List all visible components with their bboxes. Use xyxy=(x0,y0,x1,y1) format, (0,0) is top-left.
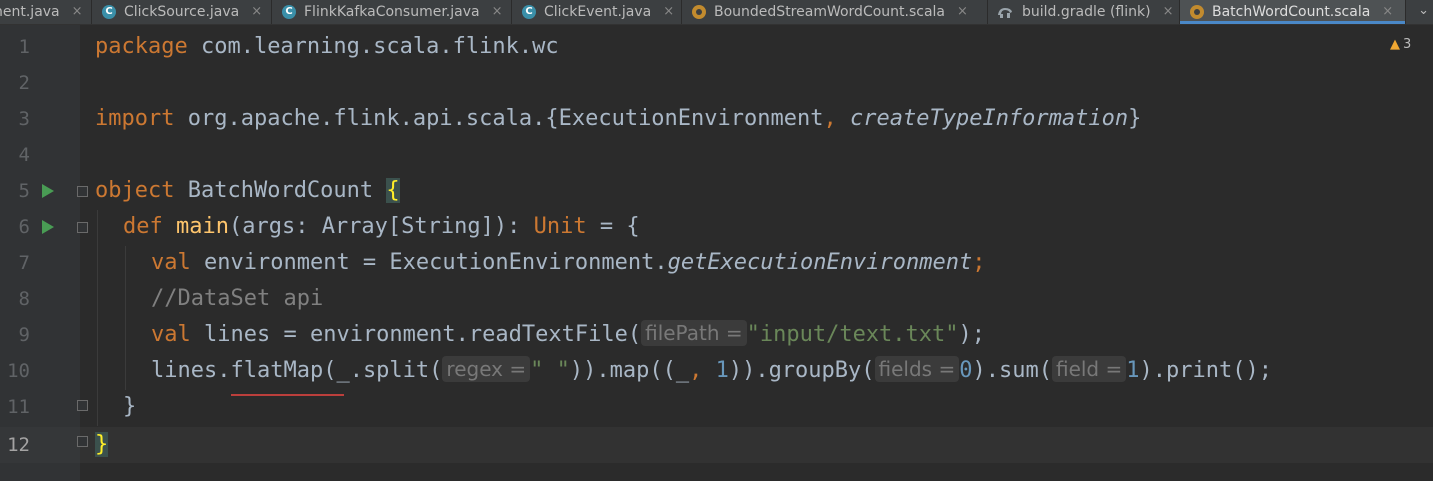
scala-object-icon xyxy=(692,5,706,19)
code-line-3: import org.apache.flink.api.scala.{Execu… xyxy=(95,106,1142,131)
close-icon[interactable]: × xyxy=(957,1,968,23)
code-line-10: lines.flatMap(_.split(regex = " ")).map((… xyxy=(151,356,1272,383)
code-line-8: //DataSet api xyxy=(151,286,324,311)
line-number: 2 xyxy=(18,72,30,94)
gradle-icon xyxy=(998,8,1012,18)
tab-batchwordcount-scala[interactable]: BatchWordCount.scala × xyxy=(1180,0,1406,24)
tab-event-java[interactable]: nent.java × xyxy=(0,0,92,24)
tab-flinkkafkaconsumer-java[interactable]: FlinkKafkaConsumer.java × xyxy=(272,0,512,24)
warning-icon: ▲ xyxy=(1390,37,1400,52)
tab-label: FlinkKafkaConsumer.java xyxy=(304,4,480,20)
close-icon[interactable]: × xyxy=(663,1,674,23)
scala-object-icon xyxy=(1190,5,1204,19)
line-number: 10 xyxy=(7,360,30,382)
tab-label: BatchWordCount.scala xyxy=(1212,4,1371,20)
inspection-warnings[interactable]: ▲ 3 xyxy=(1390,37,1411,52)
tab-boundedstreamwordcount-scala[interactable]: BoundedStreamWordCount.scala × xyxy=(682,0,988,24)
tab-overflow-chevron-icon[interactable]: ⌄ xyxy=(1418,0,1429,24)
close-icon[interactable]: × xyxy=(251,1,262,23)
fold-icon[interactable] xyxy=(77,436,88,447)
run-icon[interactable] xyxy=(42,220,54,234)
java-class-icon xyxy=(522,5,536,19)
line-number: 4 xyxy=(18,144,30,166)
warning-count: 3 xyxy=(1403,37,1412,52)
close-icon[interactable]: × xyxy=(1163,1,1174,23)
tab-clicksource-java[interactable]: ClickSource.java × xyxy=(92,0,272,24)
parameter-hint: filePath = xyxy=(641,320,747,346)
close-icon[interactable]: × xyxy=(492,1,503,23)
code-line-1: package com.learning.scala.flink.wc xyxy=(95,34,559,59)
line-number: 7 xyxy=(18,252,30,274)
indent-guide xyxy=(97,210,98,426)
error-underline xyxy=(231,394,344,396)
line-number: 5 xyxy=(18,180,30,202)
java-class-icon xyxy=(282,5,296,19)
line-number: 12 xyxy=(7,434,30,456)
parameter-hint: regex = xyxy=(442,356,531,382)
tab-label: BoundedStreamWordCount.scala xyxy=(714,4,946,20)
code-line-6: def main(args: Array[String]): Unit = { xyxy=(123,214,640,239)
code-line-7: val environment = ExecutionEnvironment.g… xyxy=(151,250,986,275)
close-icon[interactable]: × xyxy=(1382,1,1393,23)
line-number: 8 xyxy=(18,288,30,310)
tab-label: ClickSource.java xyxy=(124,4,240,20)
code-line-12: } xyxy=(95,432,109,457)
code-line-11: } xyxy=(123,394,137,419)
line-number: 1 xyxy=(18,36,30,58)
current-line-highlight xyxy=(0,427,1433,463)
tab-label: build.gradle (flink) xyxy=(1022,4,1151,20)
tab-label: ClickEvent.java xyxy=(544,4,652,20)
fold-icon[interactable] xyxy=(77,222,88,233)
line-number: 9 xyxy=(18,324,30,346)
code-line-5: object BatchWordCount { xyxy=(95,178,400,203)
close-icon[interactable]: × xyxy=(72,1,83,23)
parameter-hint: field = xyxy=(1051,356,1127,382)
java-class-icon xyxy=(102,5,116,19)
tab-build-gradle[interactable]: build.gradle (flink) × xyxy=(988,0,1180,24)
tab-clickevent-java[interactable]: ClickEvent.java × xyxy=(512,0,682,24)
parameter-hint: fields = xyxy=(874,356,960,382)
line-number: 11 xyxy=(7,396,30,418)
code-line-9: val lines = environment.readTextFile(fil… xyxy=(151,320,986,347)
editor-tab-bar: nent.java × ClickSource.java × FlinkKafk… xyxy=(0,0,1433,25)
indent-guide xyxy=(125,246,126,390)
tab-label: nent.java xyxy=(0,4,60,20)
fold-icon[interactable] xyxy=(77,400,88,411)
fold-icon[interactable] xyxy=(77,186,88,197)
line-number: 6 xyxy=(18,216,30,238)
run-icon[interactable] xyxy=(42,184,54,198)
line-number: 3 xyxy=(18,108,30,130)
